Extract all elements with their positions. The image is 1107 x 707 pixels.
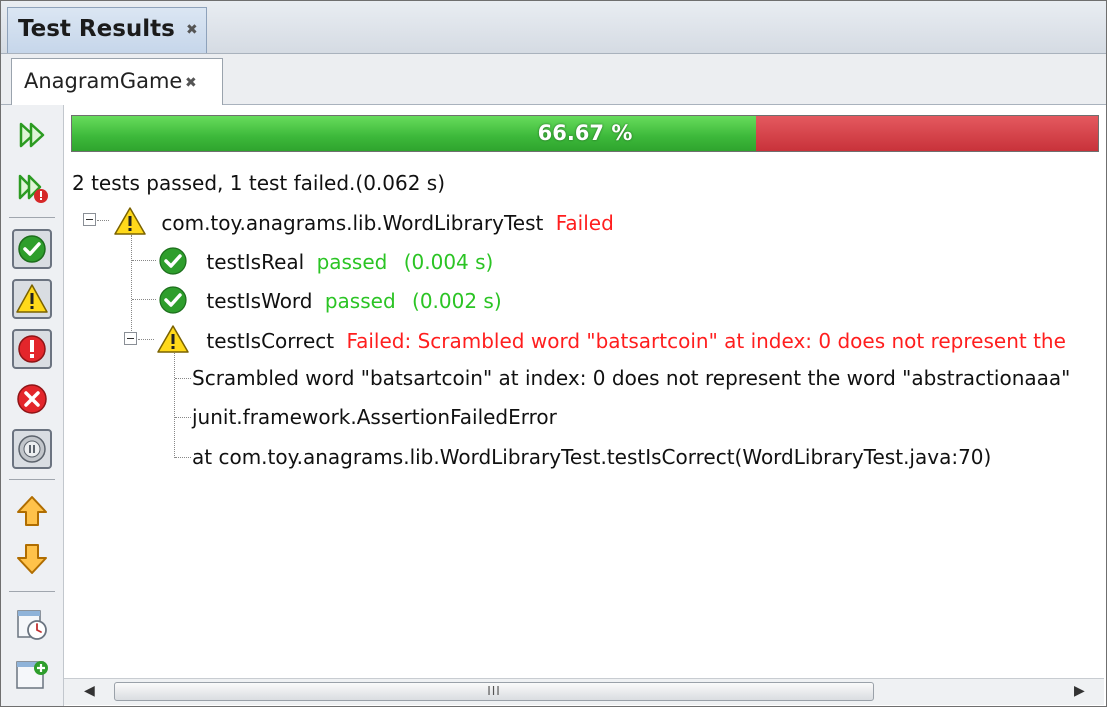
toolbar-separator — [9, 479, 55, 480]
scrollbar-grip: III — [487, 684, 501, 698]
show-passed-with-errors-icon[interactable] — [12, 279, 52, 319]
scroll-right-icon[interactable]: ▶ — [1074, 683, 1085, 699]
show-errors-icon[interactable] — [12, 379, 52, 419]
tree-connector — [175, 457, 191, 458]
test-row[interactable]: testIsWord passed (0.002 s) — [158, 285, 502, 315]
test-name: testIsWord — [206, 289, 313, 313]
tree-connector — [175, 378, 191, 379]
test-status: passed — [316, 250, 388, 274]
test-name: testIsCorrect — [206, 329, 335, 353]
failure-detail[interactable]: Scrambled word "batsartcoin" at index: 0… — [192, 365, 1070, 391]
previous-failure-icon[interactable] — [12, 491, 52, 531]
show-aborted-icon[interactable] — [12, 429, 52, 469]
tree-connector — [131, 235, 132, 339]
tab-anagramgame[interactable]: AnagramGame ✖ — [11, 58, 223, 105]
test-status: passed — [324, 289, 396, 313]
new-test-icon[interactable] — [12, 655, 52, 695]
rerun-icon[interactable] — [12, 115, 52, 155]
test-time: (0.004 s) — [403, 250, 494, 274]
close-icon[interactable]: ✖ — [186, 22, 198, 38]
window-tab-bar: Test Results ✖ — [1, 1, 1106, 54]
show-passed-icon[interactable] — [12, 229, 52, 269]
passed-icon — [159, 286, 187, 314]
suite-name: com.toy.anagrams.lib.WordLibraryTest — [161, 211, 544, 235]
scroll-left-icon[interactable]: ◀ — [84, 683, 95, 699]
close-icon[interactable]: ✖ — [185, 75, 197, 91]
failure-detail[interactable]: junit.framework.AssertionFailedError — [192, 404, 557, 430]
test-results-tree: 2 tests passed, 1 test failed.(0.062 s) … — [64, 153, 1102, 676]
next-failure-icon[interactable] — [12, 539, 52, 579]
test-row[interactable]: testIsReal passed (0.004 s) — [158, 246, 493, 276]
progress-bar: 66.67 % — [71, 115, 1099, 152]
failure-detail[interactable]: at com.toy.anagrams.lib.WordLibraryTest.… — [192, 444, 991, 470]
test-status: Failed: Scrambled word "batsartcoin" at … — [346, 329, 1066, 353]
test-row[interactable]: testIsCorrect Failed: Scrambled word "ba… — [156, 324, 1066, 354]
scrollbar-thumb[interactable]: III — [114, 682, 874, 701]
test-results-window: Test Results ✖ AnagramGame ✖ 66.67 % 2 t… — [0, 0, 1107, 707]
show-failures-icon[interactable] — [12, 329, 52, 369]
passed-icon — [159, 247, 187, 275]
test-history-icon[interactable] — [12, 605, 52, 645]
collapse-toggle[interactable] — [124, 332, 137, 345]
project-tab-bar: AnagramGame ✖ — [1, 54, 1106, 105]
tree-connector — [175, 417, 191, 418]
tree-connector — [138, 339, 154, 340]
warning-icon — [157, 325, 189, 353]
progress-percent-label: 66.67 % — [537, 121, 633, 145]
collapse-toggle[interactable] — [83, 213, 96, 226]
suite-row[interactable]: com.toy.anagrams.lib.WordLibraryTest Fai… — [113, 206, 614, 236]
test-results-tab-label: Test Results — [18, 16, 175, 42]
tree-connector — [97, 220, 109, 221]
warning-icon — [114, 207, 146, 235]
test-time: (0.002 s) — [412, 289, 502, 313]
horizontal-scrollbar[interactable]: ◀ III ▶ — [64, 678, 1104, 705]
tab-anagramgame-label: AnagramGame — [24, 69, 183, 93]
tree-connector — [174, 353, 175, 458]
suite-status: Failed — [555, 211, 614, 235]
left-toolbar — [1, 105, 64, 706]
test-name: testIsReal — [206, 250, 305, 274]
rerun-failed-icon[interactable] — [12, 167, 52, 207]
summary-text: 2 tests passed, 1 test failed.(0.062 s) — [72, 171, 446, 195]
test-results-tab[interactable]: Test Results ✖ — [7, 7, 207, 53]
toolbar-separator — [9, 217, 55, 218]
toolbar-separator — [9, 591, 55, 592]
tree-connector — [132, 299, 156, 300]
tree-connector — [132, 260, 156, 261]
